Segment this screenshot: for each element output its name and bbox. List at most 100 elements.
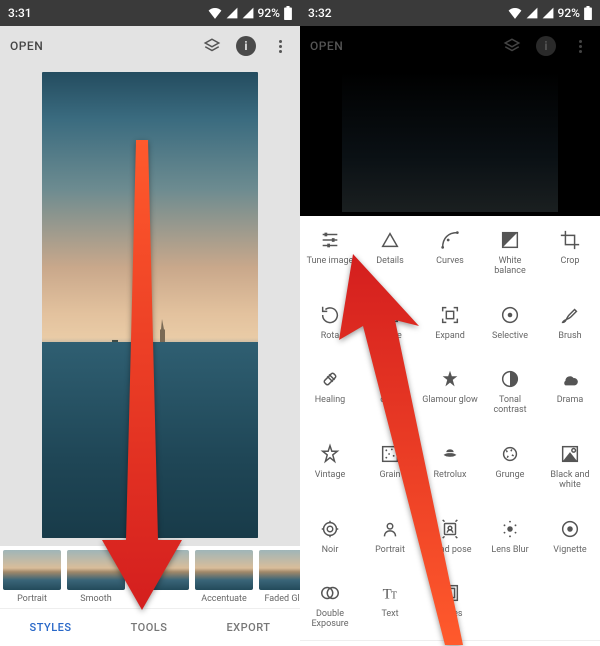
battery-percent: 92%: [558, 6, 580, 20]
action-bar: OPEN i: [0, 26, 300, 66]
image-canvas-dimmed: [300, 66, 600, 216]
overflow-menu-icon-dimmed: [570, 36, 590, 56]
tool-label: ective: [378, 332, 402, 342]
tool-label: Curves: [436, 257, 464, 267]
tool-label: Double Exposure: [302, 610, 358, 630]
selective-icon: [498, 303, 522, 327]
tool-healing[interactable]: Healing: [300, 365, 360, 426]
edited-photo-dimmed: [342, 72, 558, 212]
retrolux-icon: [438, 442, 462, 466]
tool-retrolux[interactable]: Retrolux: [420, 440, 480, 501]
tool-expand[interactable]: Expand: [420, 301, 480, 352]
phone-tools-view: 3:32 92% OPEN i Tune imageDetailsCurvesW…: [300, 0, 600, 646]
tool-head-pose[interactable]: Head pose: [420, 515, 480, 566]
tool-label: Vintage: [315, 471, 346, 481]
healing-icon: [318, 367, 342, 391]
tool-rotate[interactable]: Rota: [300, 301, 360, 352]
tool-tonal-contrast[interactable]: Tonal contrast: [480, 365, 540, 426]
tab-export[interactable]: EXPORT: [226, 621, 270, 634]
tool-selective[interactable]: Selective: [480, 301, 540, 352]
info-icon[interactable]: i: [236, 36, 256, 56]
phone-main-view: 3:31 92% OPEN i: [0, 0, 300, 646]
portrait-icon: [378, 517, 402, 541]
action-bar-dimmed: OPEN i: [300, 26, 600, 66]
layers-icon[interactable]: [202, 36, 222, 56]
drama-icon: [558, 367, 582, 391]
image-canvas[interactable]: [0, 66, 300, 546]
thumb-portrait[interactable]: Portrait: [2, 550, 62, 608]
tool-label: Brush: [558, 332, 581, 342]
tool-label: Head pose: [428, 546, 471, 556]
thumb-smooth[interactable]: Smooth: [66, 550, 126, 608]
tool-lens-blur[interactable]: Lens Blur: [480, 515, 540, 566]
tool-black-white[interactable]: Black and white: [540, 440, 600, 501]
tool-label: Portrait: [375, 546, 405, 556]
tool-brush[interactable]: Brush: [540, 301, 600, 352]
tool-label: Text: [381, 610, 398, 620]
tool-white-balance[interactable]: White balance: [480, 226, 540, 287]
tool-portrait[interactable]: Portrait: [360, 515, 420, 566]
tool-curves[interactable]: Curves: [420, 226, 480, 287]
overflow-menu-icon[interactable]: [270, 36, 290, 56]
text-icon: TT: [378, 581, 402, 605]
signal-icon: [226, 7, 238, 19]
tool-text[interactable]: TT Text: [360, 579, 420, 640]
hdr-icon: [378, 367, 402, 391]
tool-label: Grunge: [496, 471, 525, 481]
tool-label: Grain: [379, 471, 400, 481]
tool-noir[interactable]: Noir: [300, 515, 360, 566]
tool-perspective[interactable]: ective: [360, 301, 420, 352]
noir-icon: [318, 517, 342, 541]
tool-tune-image[interactable]: Tune image: [300, 226, 360, 287]
status-time: 3:31: [8, 6, 32, 20]
tool-label: Noir: [322, 546, 339, 556]
tool-label: Retrolux: [434, 471, 467, 481]
tool-glamour-glow[interactable]: Glamour glow: [420, 365, 480, 426]
battery-percent: 92%: [258, 6, 280, 20]
tool-label: Rota: [321, 332, 340, 342]
sliders-icon: [318, 228, 342, 252]
tool-label: Crop: [560, 257, 579, 267]
open-button[interactable]: OPEN: [10, 39, 43, 53]
tool-label: Expand: [435, 332, 465, 342]
tool-label: cape: [380, 396, 399, 406]
lensblur-icon: [498, 517, 522, 541]
tool-crop[interactable]: Crop: [540, 226, 600, 287]
bottom-tabs: STYLES TOOLS EXPORT: [0, 608, 300, 646]
bottom-tabs: STYLES TOOLS EXPORT: [300, 640, 600, 646]
open-button-dimmed: OPEN: [310, 39, 343, 53]
status-indicators: 92%: [208, 6, 292, 20]
rotate-icon: [318, 303, 342, 327]
style-thumbnails: Portrait Smooth Accentuate Faded Glow M: [0, 546, 300, 608]
grunge-icon: [498, 442, 522, 466]
svg-text:T: T: [391, 591, 397, 602]
tool-label: rames: [437, 610, 462, 620]
tool-details[interactable]: Details: [360, 226, 420, 287]
tool-grainy-film[interactable]: Grain: [360, 440, 420, 501]
tool-double-exposure[interactable]: Double Exposure: [300, 579, 360, 640]
layers-icon-dimmed: [502, 36, 522, 56]
tool-label: Tonal contrast: [482, 396, 538, 416]
tool-label: Healing: [315, 396, 346, 406]
tool-grunge[interactable]: Grunge: [480, 440, 540, 501]
tab-tools[interactable]: TOOLS: [131, 621, 168, 634]
frames-icon: [438, 581, 462, 605]
tool-label: Drama: [557, 396, 583, 406]
tool-drama[interactable]: Drama: [540, 365, 600, 426]
tab-styles[interactable]: STYLES: [30, 621, 72, 634]
expand-icon: [438, 303, 462, 327]
tool-frames[interactable]: rames: [420, 579, 480, 640]
tool-vignette[interactable]: Vignette: [540, 515, 600, 566]
thumb-accentuate[interactable]: Accentuate: [194, 550, 254, 608]
tool-hdr-scape[interactable]: cape: [360, 365, 420, 426]
thumb-faded-glow[interactable]: Faded Glow: [258, 550, 300, 608]
tool-label: Details: [376, 257, 404, 267]
status-indicators: 92%: [508, 6, 592, 20]
triangle-icon: [378, 228, 402, 252]
stage: 3:31 92% OPEN i: [0, 0, 600, 646]
tool-vintage[interactable]: Vintage: [300, 440, 360, 501]
thumb-pop[interactable]: [130, 550, 190, 608]
bw-icon: [558, 442, 582, 466]
headpose-icon: [438, 517, 462, 541]
vintage-icon: [318, 442, 342, 466]
